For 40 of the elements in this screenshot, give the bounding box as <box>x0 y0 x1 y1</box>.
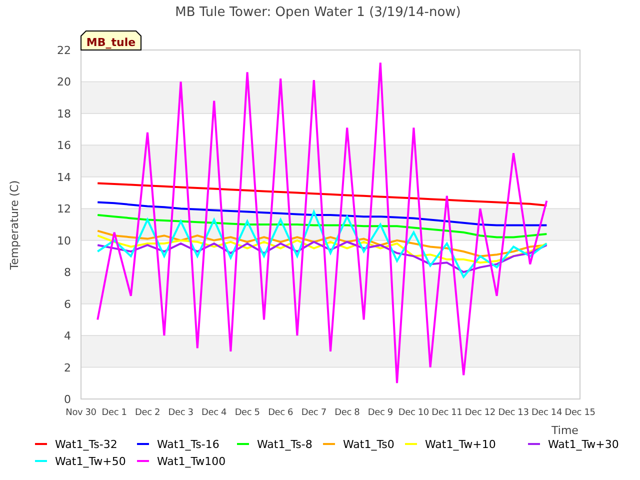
axis-tick-label: Dec 12 <box>464 408 496 418</box>
axis-tick-label: 22 <box>57 44 71 57</box>
axis-tick-label: Dec 1 <box>102 408 127 418</box>
legend-label: Wat1_Tw100 <box>157 455 226 468</box>
legend-label: Wat1_Ts0 <box>343 438 394 451</box>
axis-tick-label: Dec 6 <box>268 408 294 418</box>
axis-tick-label: Dec 15 <box>564 408 596 418</box>
legend-label: Wat1_Tw+30 <box>548 438 619 451</box>
axis-tick-label: Dec 3 <box>168 408 194 418</box>
axis-tick-label: Dec 9 <box>368 408 393 418</box>
axis-tick-label: Dec 13 <box>498 408 529 418</box>
axis-tick-label: Dec 5 <box>234 408 260 418</box>
axis-tick-label: Dec 14 <box>531 408 562 418</box>
axis-tick-label: 4 <box>64 330 71 343</box>
legend-label: Wat1_Ts-16 <box>157 438 220 451</box>
axis-tick-label: Dec 8 <box>334 408 360 418</box>
axis-tick-label: Dec 2 <box>135 408 160 418</box>
legend-label: Wat1_Ts-8 <box>257 438 312 451</box>
axis-title: Temperature (C) <box>8 180 21 270</box>
axis-tick-label: Dec 10 <box>398 408 429 418</box>
axis-tick-label: 0 <box>64 393 71 406</box>
legend-label: Wat1_Ts-32 <box>55 438 118 451</box>
axis-title: Time <box>552 424 578 437</box>
axis-tick-label: 2 <box>64 361 71 374</box>
axis-tick-label: 20 <box>57 76 71 89</box>
legend-label: Wat1_Tw+10 <box>425 438 496 451</box>
axis-tick-label: 6 <box>64 298 71 311</box>
chart-title: MB Tule Tower: Open Water 1 (3/19/14-now) <box>175 5 461 20</box>
axis-tick-label: 16 <box>57 139 71 152</box>
station-tag: MB_tule <box>80 30 142 50</box>
axis-tick-label: Dec 4 <box>202 408 227 418</box>
axis-tick-label: 8 <box>64 266 71 280</box>
legend-label: Wat1_Tw+50 <box>55 455 126 468</box>
axis-tick-label: Dec 7 <box>301 408 326 418</box>
axis-tick-label: Dec 11 <box>432 408 462 418</box>
axis-tick-label: 10 <box>57 234 71 248</box>
axis-tick-label: 12 <box>57 202 71 216</box>
axis-tick-label: 14 <box>57 170 71 184</box>
axis-tick-label: Nov 30 <box>66 408 96 418</box>
axis-tick-label: 18 <box>57 107 71 120</box>
